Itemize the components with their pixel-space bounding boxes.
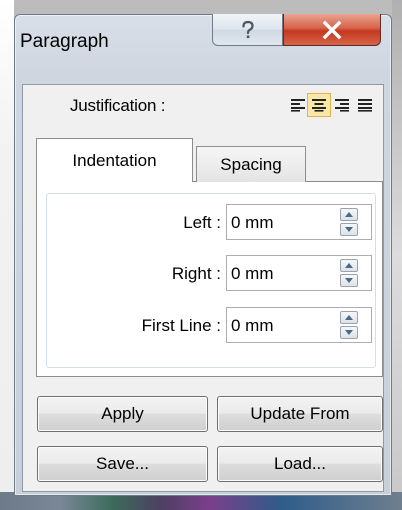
left-indent-increment[interactable] <box>340 208 358 221</box>
align-justify-icon <box>358 99 372 112</box>
right-indent-field[interactable]: 0 mm <box>226 255 372 291</box>
load-button[interactable]: Load... <box>217 446 383 482</box>
left-indent-decrement[interactable] <box>340 223 358 236</box>
close-icon <box>322 20 342 39</box>
right-indent-increment[interactable] <box>340 259 358 272</box>
align-right-button[interactable] <box>330 93 354 117</box>
left-indent-spinner[interactable] <box>340 208 358 236</box>
apply-button[interactable]: Apply <box>37 396 208 432</box>
right-indent-spinner[interactable] <box>340 259 358 287</box>
left-indent-field[interactable]: 0 mm <box>226 204 372 240</box>
right-indent-value[interactable]: 0 mm <box>231 264 274 284</box>
arrow-down-icon <box>345 227 353 232</box>
dialog-title: Paragraph <box>20 31 109 52</box>
desktop-background-right <box>392 0 402 510</box>
align-justify-button[interactable] <box>353 93 377 117</box>
arrow-down-icon <box>345 330 353 335</box>
align-right-icon <box>335 99 349 112</box>
arrow-up-icon <box>345 212 353 217</box>
help-button[interactable] <box>212 14 283 46</box>
first-line-indent-increment[interactable] <box>340 311 358 324</box>
justification-label: Justification : <box>70 96 166 115</box>
first-line-indent-label: First Line : <box>141 316 221 335</box>
update-from-button[interactable]: Update From <box>217 396 383 432</box>
arrow-up-icon <box>345 315 353 320</box>
first-line-indent-field[interactable]: 0 mm <box>226 307 372 343</box>
align-center-icon <box>312 99 326 112</box>
right-indent-decrement[interactable] <box>340 274 358 287</box>
align-center-button[interactable] <box>307 93 331 117</box>
desktop-background-left <box>0 0 14 510</box>
help-icon <box>241 20 254 38</box>
first-line-indent-value[interactable]: 0 mm <box>231 316 274 336</box>
save-button[interactable]: Save... <box>37 446 208 482</box>
right-indent-label: Right : <box>171 264 221 283</box>
left-indent-label: Left : <box>183 213 221 232</box>
first-line-indent-decrement[interactable] <box>340 326 358 339</box>
tab-indentation[interactable]: Indentation <box>36 138 193 182</box>
arrow-down-icon <box>345 278 353 283</box>
tab-spacing[interactable]: Spacing <box>196 146 306 182</box>
align-left-icon <box>291 99 305 112</box>
left-indent-value[interactable]: 0 mm <box>231 213 274 233</box>
arrow-up-icon <box>345 263 353 268</box>
close-button[interactable] <box>283 14 381 46</box>
first-line-indent-spinner[interactable] <box>340 311 358 339</box>
